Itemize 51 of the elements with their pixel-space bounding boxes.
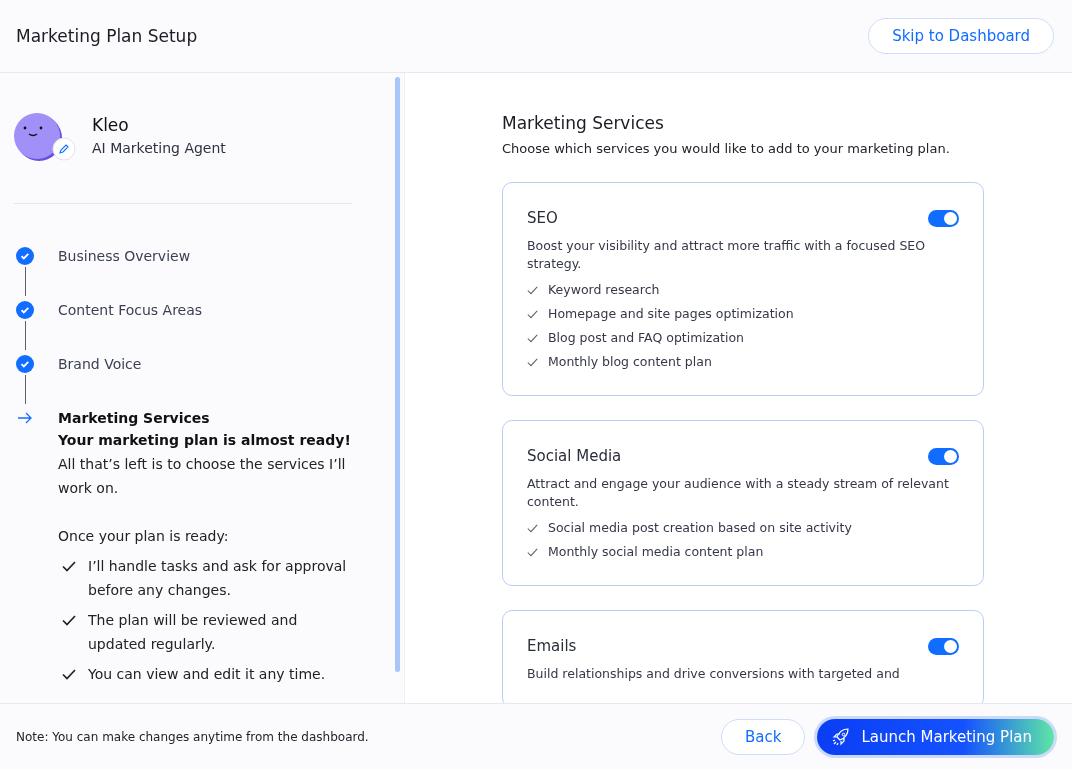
page-title: Marketing Plan Setup xyxy=(16,26,198,46)
checkmark-icon xyxy=(527,309,538,319)
agent-name: Kleo xyxy=(92,115,130,135)
feature-text: Monthly blog content plan xyxy=(548,353,712,371)
benefit-text: I’ll handle tasks and ask for approval before any changes. xyxy=(88,557,348,600)
checkmark-icon xyxy=(62,669,76,680)
feature-text: Homepage and site pages optimization xyxy=(548,305,794,323)
checkmark-icon xyxy=(527,547,538,557)
service-name: SEO xyxy=(527,209,558,227)
checkmark-icon xyxy=(62,615,76,626)
benefit-text: The plan will be reviewed and updated regularly. xyxy=(88,611,299,654)
launch-button[interactable]: Launch Marketing Plan xyxy=(817,718,1054,755)
step-label: Content Focus Areas xyxy=(58,301,203,320)
feature-text: Blog post and FAQ optimization xyxy=(548,329,745,347)
back-button[interactable]: Back xyxy=(721,718,806,755)
toggle-switch[interactable] xyxy=(928,209,959,227)
check-circle-icon xyxy=(16,301,34,319)
section-subtitle: Choose which services you would like to add to your marketing plan. xyxy=(502,141,951,156)
checkmark-icon xyxy=(527,285,538,295)
service-name: Emails xyxy=(527,637,577,655)
checkmark-icon xyxy=(527,523,538,533)
list-title: Once your plan is ready: xyxy=(58,527,230,546)
toggle-switch[interactable] xyxy=(928,637,959,655)
avatar-icon xyxy=(14,113,62,161)
check-circle-icon xyxy=(16,247,34,265)
footer-note: Note: You can make changes anytime from the dashboard. xyxy=(16,729,369,744)
check-circle-icon xyxy=(16,355,34,373)
feature-text: Monthly social media content plan xyxy=(548,543,764,561)
benefit-text: You can view and edit it any time. xyxy=(88,665,327,684)
edit-icon[interactable] xyxy=(52,137,76,161)
step-label: Marketing Services xyxy=(58,409,211,428)
step-headline: Your marketing plan is almost ready! xyxy=(58,431,352,450)
section-title: Marketing Services xyxy=(502,113,665,133)
step-label: Brand Voice xyxy=(58,355,142,374)
arrow-right-icon xyxy=(17,412,33,424)
step-text: All that’s left is to choose the services I’ll work on. xyxy=(58,455,347,498)
checkmark-icon xyxy=(62,561,76,572)
toggle-switch[interactable] xyxy=(928,447,959,465)
step-label: Business Overview xyxy=(58,247,191,266)
skip-to-dashboard-button[interactable]: Skip to Dashboard xyxy=(868,18,1054,54)
checkmark-icon xyxy=(527,333,538,343)
service-name: Social Media xyxy=(527,447,622,465)
service-description: Build relationships and drive conversions with targeted and xyxy=(527,665,901,683)
scrollbar[interactable] xyxy=(395,77,400,672)
feature-text: Keyword research xyxy=(548,281,660,299)
checkmark-icon xyxy=(527,357,538,367)
feature-text: Social media post creation based on site activity xyxy=(548,519,852,537)
service-description: Boost your visibility and attract more traffic with a focused SEO strategy. xyxy=(527,237,927,273)
rocket-icon xyxy=(831,726,852,747)
agent-role: AI Marketing Agent xyxy=(92,140,226,156)
service-description: Attract and engage your audience with a steady stream of relevant content. xyxy=(527,475,950,511)
